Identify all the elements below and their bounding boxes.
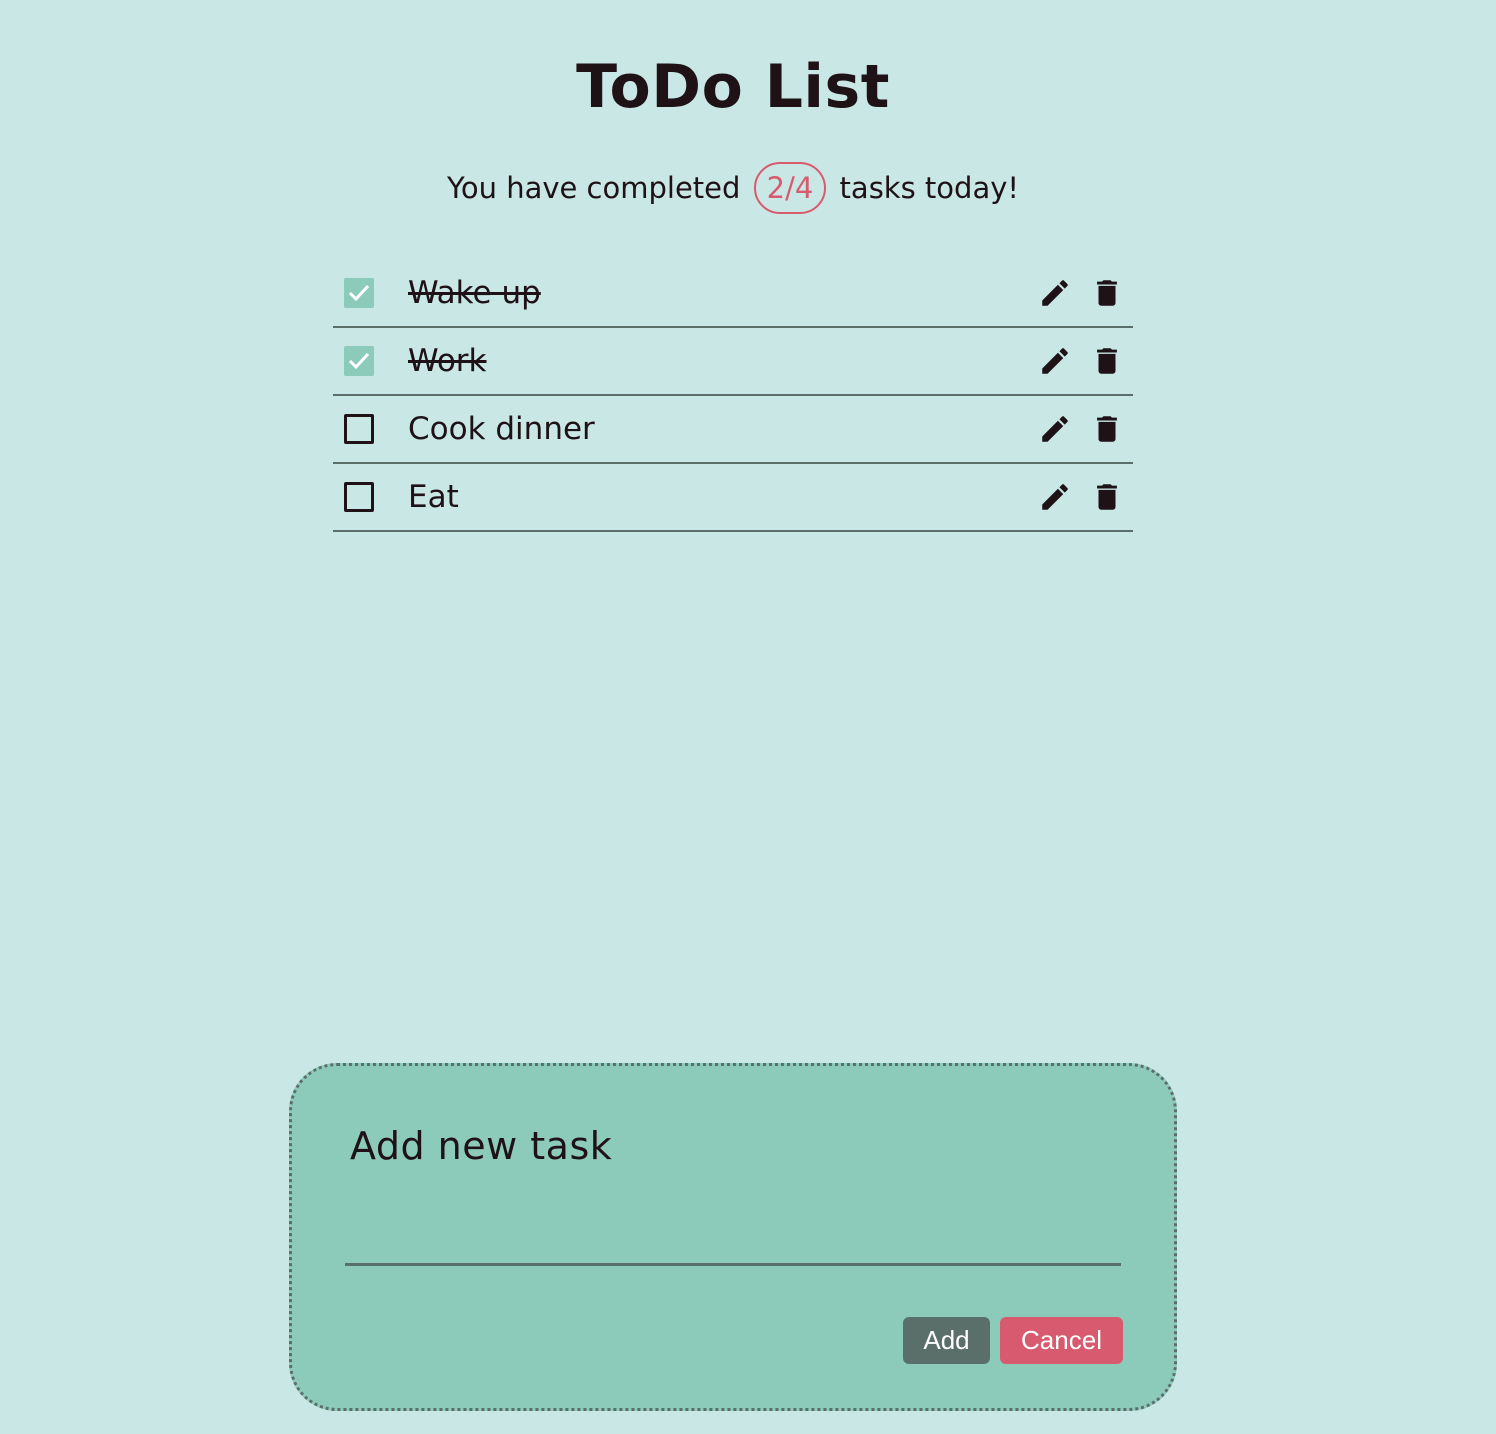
task-label: Work — [408, 343, 487, 379]
pencil-icon — [1042, 416, 1068, 442]
add-button[interactable]: Add — [903, 1317, 990, 1364]
summary-suffix: tasks today! — [839, 171, 1019, 205]
edit-task-button[interactable] — [1038, 412, 1072, 446]
page-title: ToDo List — [576, 52, 890, 122]
delete-task-button[interactable] — [1090, 276, 1124, 310]
summary-prefix: You have completed — [446, 171, 741, 205]
trash-icon — [1097, 416, 1117, 442]
add-task-panel: Add new task Add Cancel — [289, 1063, 1177, 1411]
task-list: Wake up Work Cook dinner Eat — [333, 260, 1133, 532]
task-item: Work — [333, 328, 1133, 396]
trash-icon — [1097, 348, 1117, 374]
task-checkbox[interactable] — [344, 278, 374, 308]
delete-task-button[interactable] — [1090, 344, 1124, 378]
task-item: Eat — [333, 464, 1133, 532]
task-checkbox[interactable] — [344, 414, 374, 444]
task-label: Cook dinner — [408, 411, 595, 447]
trash-icon — [1097, 280, 1117, 306]
new-task-input[interactable] — [345, 1214, 1121, 1266]
check-icon — [348, 352, 370, 370]
completed-count-badge: 2/4 — [753, 162, 827, 214]
trash-icon — [1097, 484, 1117, 510]
task-label: Wake up — [408, 275, 541, 311]
pencil-icon — [1042, 484, 1068, 510]
edit-task-button[interactable] — [1038, 480, 1072, 514]
task-checkbox[interactable] — [344, 482, 374, 512]
edit-task-button[interactable] — [1038, 276, 1072, 310]
task-item: Wake up — [333, 260, 1133, 328]
pencil-icon — [1042, 348, 1068, 374]
delete-task-button[interactable] — [1090, 412, 1124, 446]
task-checkbox[interactable] — [344, 346, 374, 376]
pencil-icon — [1042, 280, 1068, 306]
task-label: Eat — [408, 479, 459, 515]
task-item: Cook dinner — [333, 396, 1133, 464]
edit-task-button[interactable] — [1038, 344, 1072, 378]
delete-task-button[interactable] — [1090, 480, 1124, 514]
check-icon — [348, 284, 370, 302]
completion-summary: You have completed 2/4 tasks today! — [0, 162, 1466, 214]
add-task-title: Add new task — [350, 1124, 613, 1168]
cancel-button[interactable]: Cancel — [1000, 1317, 1123, 1364]
